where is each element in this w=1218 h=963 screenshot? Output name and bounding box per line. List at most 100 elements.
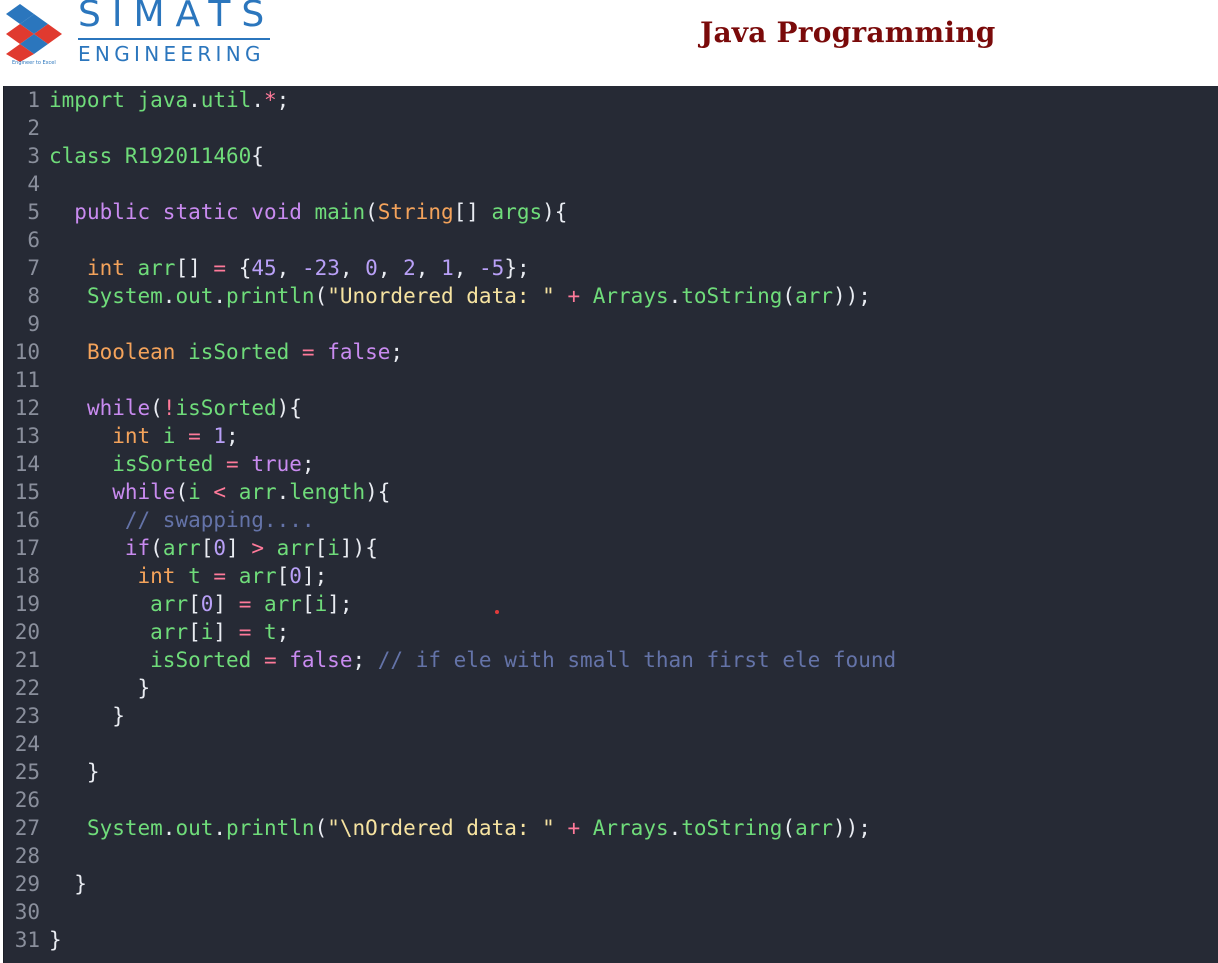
line-number: 29: [14, 872, 40, 896]
code-token: (: [150, 396, 163, 420]
code-token: };: [504, 256, 530, 280]
code-token: ];: [301, 564, 328, 588]
logo-divider: [78, 38, 270, 40]
code-token: =: [238, 620, 264, 644]
code-token: arr: [795, 816, 834, 840]
code-line: 31}: [4, 926, 896, 954]
code-line: 23 }: [4, 702, 896, 730]
code-token: i: [162, 424, 189, 448]
code-token: arr: [150, 620, 189, 644]
code-line: 18 int t = arr[0];: [4, 562, 896, 590]
code-token: out: [175, 816, 214, 840]
code-token: ]: [213, 620, 239, 644]
code-line: 14 isSorted = true;: [4, 450, 896, 478]
cursor-dot: [495, 610, 499, 614]
code-token: ,: [339, 256, 366, 280]
code-line: 15 while(i < arr.length){: [4, 478, 896, 506]
line-number: 13: [14, 424, 40, 448]
code-token: ));: [833, 816, 871, 840]
code-token: ]){: [339, 536, 378, 560]
logo-tagline: Engineer to Excel: [12, 60, 56, 66]
code-token: length: [289, 480, 366, 504]
code-token: }: [49, 704, 125, 728]
code-token: t: [264, 620, 277, 644]
code-token: println: [226, 816, 315, 840]
code-token: System: [86, 284, 163, 308]
code-token: 2: [403, 256, 416, 280]
code-token: import: [49, 88, 138, 112]
code-token: args: [491, 200, 543, 224]
code-token: >: [251, 536, 277, 560]
code-token: =: [213, 564, 239, 588]
code-token: .: [276, 480, 290, 504]
code-line: 22 }: [4, 674, 896, 702]
code-token: ]: [226, 536, 252, 560]
code-token: (: [175, 480, 189, 504]
code-token: []: [453, 200, 492, 224]
simats-logo: SIMATS ENGINEERING Engineer to Excel: [2, 0, 272, 72]
code-token: ){: [365, 480, 391, 504]
code-token: 1: [213, 424, 227, 448]
code-token: !: [162, 396, 176, 420]
code-token: =: [263, 648, 290, 672]
code-token: toString: [681, 816, 783, 840]
code-line: 30: [4, 898, 896, 926]
code-token: ));: [833, 284, 871, 308]
code-token: while: [86, 396, 151, 420]
code-token: util: [200, 88, 252, 112]
logo-subtitle: ENGINEERING: [78, 42, 265, 66]
code-line: 3 class R192011460{: [4, 142, 896, 170]
code-token: Boolean: [86, 340, 189, 364]
code-token: ;: [352, 648, 378, 672]
code-token: 0: [213, 536, 227, 560]
code-token: [: [314, 536, 328, 560]
code-token: java: [137, 88, 189, 112]
line-number: 25: [14, 760, 40, 784]
code-token: [: [200, 536, 214, 560]
code-token: ,: [377, 256, 404, 280]
code-token: -5: [479, 256, 505, 280]
code-token: }: [49, 760, 100, 784]
code-token: ;: [276, 88, 290, 112]
code-token: -23: [301, 256, 340, 280]
code-token: .: [213, 816, 227, 840]
line-number: 28: [14, 844, 40, 868]
code-token: i: [200, 620, 214, 644]
code-token: arr: [137, 256, 176, 280]
code-lines: 1 import java.util.*; 2 3 class R192011460{4…: [4, 86, 896, 954]
line-number: 17: [14, 536, 40, 560]
code-token: false: [327, 340, 391, 364]
code-line: 17 if(arr[0] > arr[i]){: [4, 534, 896, 562]
line-number: 8: [27, 284, 40, 308]
code-token: 0: [289, 564, 302, 588]
code-token: isSorted: [175, 396, 277, 420]
line-number: 6: [27, 228, 40, 252]
code-token: {: [238, 256, 252, 280]
code-token: out: [175, 284, 214, 308]
code-token: true: [251, 452, 302, 476]
code-token: arr: [238, 480, 277, 504]
line-number: 2: [27, 116, 40, 140]
code-token: i: [314, 592, 328, 616]
code-token: ;: [390, 340, 404, 364]
line-number: 18: [14, 564, 40, 588]
page-title: Java Programming: [700, 16, 996, 49]
line-number: 20: [14, 620, 40, 644]
code-line: 13 int i = 1;: [4, 422, 896, 450]
code-token: }: [49, 872, 87, 896]
code-token: "Unordered data: ": [327, 284, 555, 308]
code-token: while: [112, 480, 176, 504]
code-token: arr: [238, 564, 277, 588]
code-editor[interactable]: 1 import java.util.*; 2 3 class R192011460{4…: [3, 86, 1218, 963]
code-token: 1: [441, 256, 454, 280]
code-token: arr: [162, 536, 201, 560]
code-token: (: [314, 816, 328, 840]
line-number: 16: [14, 508, 40, 532]
line-number: 10: [14, 340, 40, 364]
code-token: [: [276, 564, 290, 588]
code-token: ;: [226, 424, 239, 448]
